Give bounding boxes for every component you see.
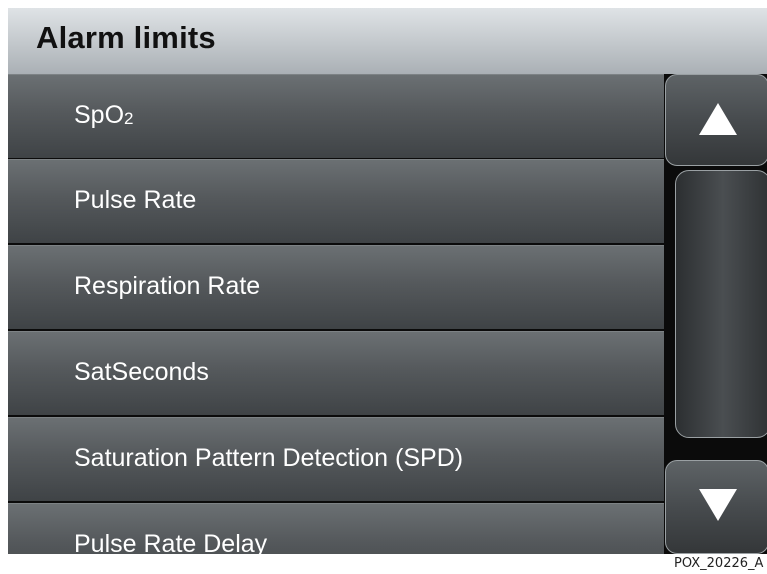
list-item-label: Pulse Rate (74, 186, 197, 214)
alarm-limits-screen: Alarm limits SpO2 Pulse Rate Respiration… (8, 8, 767, 554)
list-item-spo2[interactable]: SpO2 (8, 74, 664, 158)
figure-caption: POX_20226_A (674, 556, 764, 571)
triangle-up-icon (699, 103, 737, 135)
list-item-label: Saturation Pattern Detection (SPD) (74, 444, 464, 472)
list-item-label: Pulse Rate Delay (74, 530, 268, 554)
scroll-up-button[interactable] (665, 74, 767, 166)
scroll-down-button[interactable] (665, 460, 767, 554)
list-item-label: Respiration Rate (74, 272, 261, 300)
list-item-pulse-rate-delay[interactable]: Pulse Rate Delay (8, 503, 664, 554)
subscript: 2 (124, 109, 134, 128)
list-item-spd[interactable]: Saturation Pattern Detection (SPD) (8, 417, 664, 501)
scroll-thumb[interactable] (675, 170, 767, 438)
page-title: Alarm limits (36, 20, 216, 55)
alarm-limits-list: SpO2 Pulse Rate Respiration Rate SatSeco… (8, 74, 664, 554)
triangle-down-icon (699, 489, 737, 521)
list-item-respiration-rate[interactable]: Respiration Rate (8, 245, 664, 329)
list-item-pulse-rate[interactable]: Pulse Rate (8, 159, 664, 243)
scrollbar (664, 74, 767, 554)
list-item-label: SpO2 (74, 101, 134, 129)
header-bar: Alarm limits (8, 8, 767, 75)
list-item-satseconds[interactable]: SatSeconds (8, 331, 664, 415)
list-item-label: SatSeconds (74, 358, 209, 386)
